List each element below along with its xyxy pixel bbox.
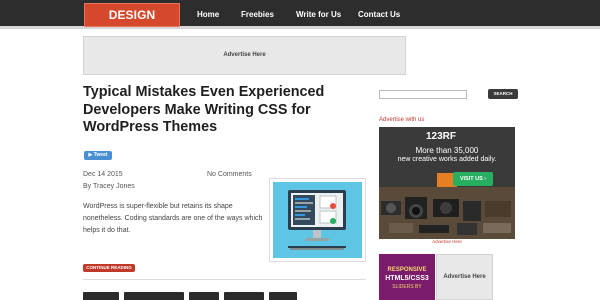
twitter-bird-icon: ▶ xyxy=(88,152,93,158)
ad-line-1: More than 35,000 xyxy=(415,146,479,155)
tweet-button[interactable]: ▶ Tweet xyxy=(84,151,112,160)
article-title[interactable]: Typical Mistakes Even Experienced Develo… xyxy=(83,84,363,137)
article-author[interactable]: By Tracey Jones xyxy=(83,183,135,190)
sliders-ad-line-1: RESPONSIVE xyxy=(387,267,427,273)
ad-photo-collage xyxy=(379,127,515,239)
thumbnail-illustration xyxy=(273,182,362,258)
search-input[interactable] xyxy=(379,90,467,99)
nav-contact-us[interactable]: Contact Us xyxy=(358,0,400,29)
monitor-illustration-icon xyxy=(288,190,346,250)
article-excerpt: WordPress is super-flexible but retains … xyxy=(83,203,263,234)
tweet-label: Tweet xyxy=(93,152,108,158)
sliders-ad-line-2: HTML5/CSS3 xyxy=(385,275,429,282)
sidebar-small-ad-placeholder[interactable]: Advertise Here xyxy=(436,254,493,300)
top-ad-banner[interactable]: Advertise Here xyxy=(83,36,406,75)
sidebar-ad-sliders[interactable]: RESPONSIVE HTML5/CSS3 SLIDERS BY xyxy=(379,254,435,300)
sidebar-ad-123rf[interactable]: 123RF More than 35,000 new creative work… xyxy=(379,127,515,239)
ad-line-2: new creative works added daily. xyxy=(397,156,497,163)
site-logo[interactable]: DESIGN INSTRUCT xyxy=(84,3,180,44)
post-divider xyxy=(83,279,366,280)
article-thumbnail[interactable] xyxy=(269,178,366,262)
continue-reading-button[interactable]: CONTINUE READING xyxy=(83,264,135,272)
ad-123rf-logo: 123RF xyxy=(426,131,457,142)
article-date: Dec 14 2015 xyxy=(83,171,123,178)
advertise-with-us-label[interactable]: Advertise with us xyxy=(379,117,424,123)
next-article-title-partial[interactable] xyxy=(83,291,366,300)
nav-home[interactable]: Home xyxy=(197,0,219,29)
search-button[interactable]: SEARCH xyxy=(488,89,518,99)
visit-us-label: VISIT US xyxy=(459,176,483,182)
nav-write-for-us[interactable]: Write for Us xyxy=(296,0,341,29)
chevron-right-icon: › xyxy=(484,176,487,182)
visit-us-button[interactable]: VISIT US › xyxy=(453,172,493,186)
comments-link[interactable]: No Comments xyxy=(207,171,252,178)
nav-freebies[interactable]: Freebies xyxy=(241,0,274,29)
sidebar-ad-caption[interactable]: Advertise Here xyxy=(379,239,515,244)
sliders-ad-line-3: SLIDERS BY xyxy=(392,284,422,290)
top-nav-bar: DESIGN INSTRUCT Home Freebies Write for … xyxy=(0,0,600,44)
